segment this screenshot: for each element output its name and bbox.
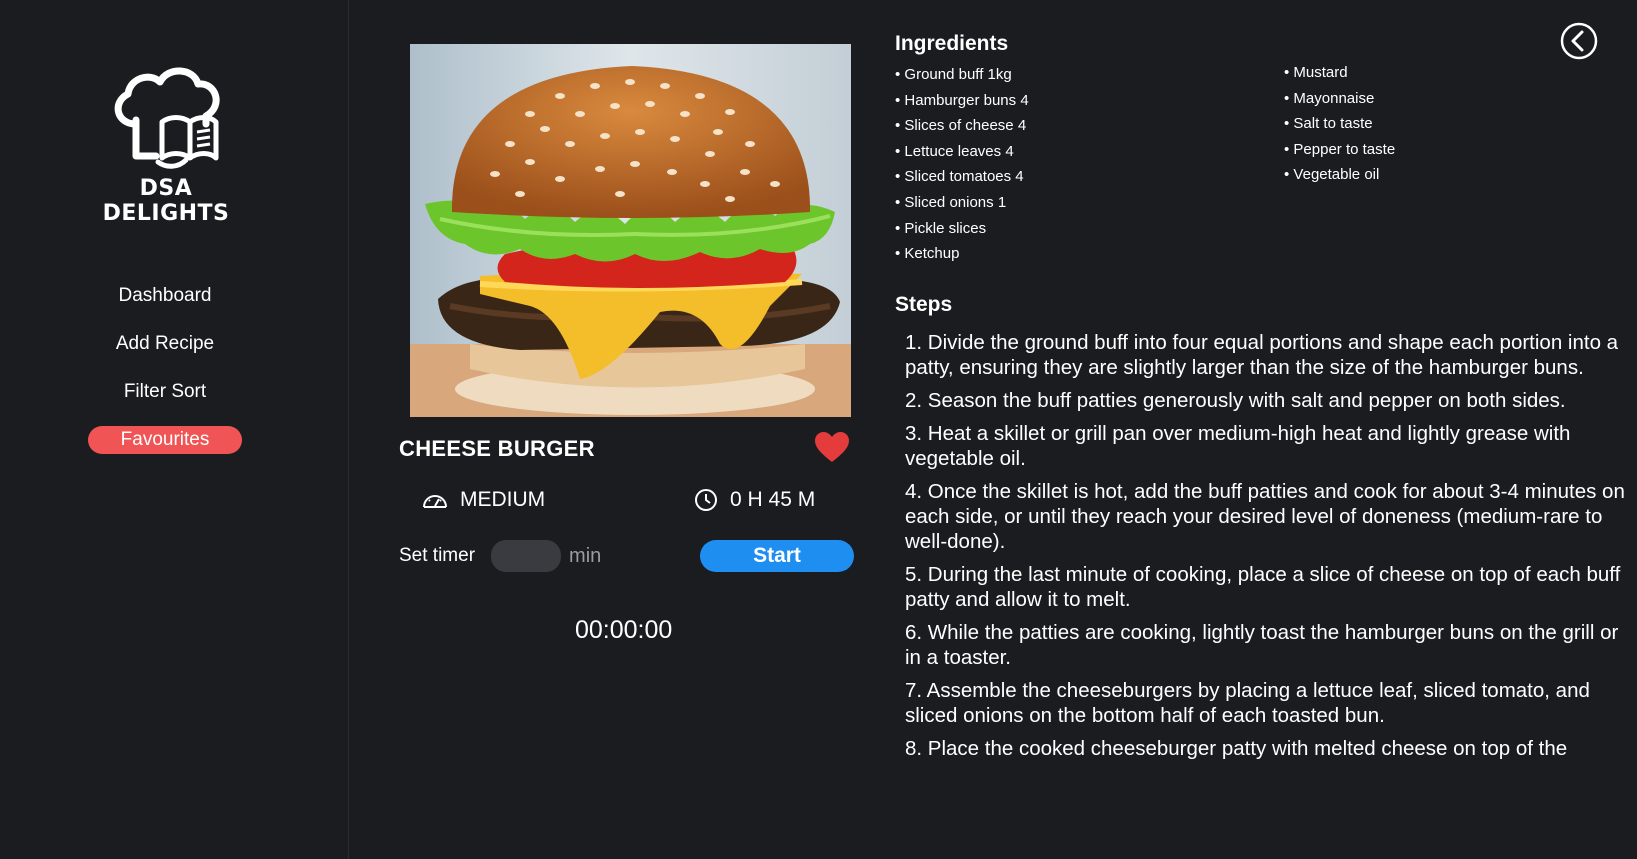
clock-icon xyxy=(695,489,717,511)
step-item: 6. While the patties are cooking, lightl… xyxy=(905,621,1619,669)
timer-minutes-input[interactable] xyxy=(491,540,562,572)
cook-time-label: 0 H 45 M xyxy=(730,488,816,511)
ingredient-item: Lettuce leaves 4 xyxy=(895,139,1029,165)
ingredient-item: Hamburger buns 4 xyxy=(895,88,1028,114)
timer-countdown: 00:00:00 xyxy=(575,616,673,644)
favourite-heart-icon[interactable] xyxy=(814,431,850,463)
cheeseburger-image xyxy=(410,44,851,417)
step-item: 1. Divide the ground buff into four equa… xyxy=(905,331,1619,379)
sidebar-item-filter-sort[interactable]: Filter Sort xyxy=(88,378,242,406)
brand-logo: DSA DELIGHTS xyxy=(80,64,252,226)
sidebar: DSA DELIGHTS Dashboard Add Recipe Filter… xyxy=(0,0,349,859)
timer-row: Set timer min xyxy=(399,540,601,572)
timer-unit-label: min xyxy=(569,544,602,567)
brand-name: DSA DELIGHTS xyxy=(102,176,230,226)
ingredient-item: Mustard xyxy=(1284,60,1395,86)
ingredient-item: Vegetable oil xyxy=(1284,162,1395,188)
ingredient-item: Pepper to taste xyxy=(1284,137,1395,163)
set-timer-label: Set timer xyxy=(399,545,476,566)
steps-title: Steps xyxy=(895,293,953,316)
ingredient-item: Ground buff 1kg xyxy=(895,62,1029,88)
gauge-icon xyxy=(423,495,447,508)
steps-list: 1. Divide the ground buff into four equa… xyxy=(905,330,1625,808)
ingredients-column-1: Ground buff 1kg Hamburger buns 4 Slices … xyxy=(895,62,1029,267)
step-item: 3. Heat a skillet or grill pan over medi… xyxy=(905,422,1571,470)
difficulty-label: MEDIUM xyxy=(460,488,546,511)
ingredient-item: Salt to taste xyxy=(1284,111,1395,137)
chef-hat-book-icon xyxy=(114,67,220,169)
back-arrow-icon[interactable] xyxy=(1560,22,1598,60)
sidebar-item-dashboard[interactable]: Dashboard xyxy=(88,282,242,310)
step-item: 5. During the last minute of cooking, pl… xyxy=(905,563,1621,611)
step-item: 7. Assemble the cheeseburgers by placing… xyxy=(905,679,1590,727)
ingredients-column-2: Mustard Mayonnaise Salt to taste Pepper … xyxy=(1284,60,1395,188)
recipe-photo xyxy=(410,44,851,417)
step-item: 4. Once the skillet is hot, add the buff… xyxy=(905,480,1625,553)
sidebar-item-favourites[interactable]: Favourites xyxy=(88,426,242,454)
time-meta: 0 H 45 M xyxy=(694,488,815,512)
sidebar-item-add-recipe[interactable]: Add Recipe xyxy=(88,330,242,358)
ingredient-item: Ketchup xyxy=(895,241,1029,267)
start-timer-button[interactable]: Start xyxy=(700,540,854,572)
ingredient-item: Sliced onions 1 xyxy=(895,190,1029,216)
ingredient-item: Sliced tomatoes 4 xyxy=(895,164,1029,190)
recipe-title: CHEESE BURGER xyxy=(399,436,595,461)
ingredient-item: Pickle slices xyxy=(895,216,1029,242)
ingredient-item: Mayonnaise xyxy=(1284,86,1395,112)
ingredients-title: Ingredients xyxy=(895,32,1009,55)
step-item: 2. Season the buff patties generously wi… xyxy=(905,389,1566,412)
ingredient-item: Slices of cheese 4 xyxy=(895,113,1029,139)
difficulty-meta: MEDIUM xyxy=(422,488,545,512)
sidebar-nav: Dashboard Add Recipe Filter Sort Favouri… xyxy=(0,282,330,474)
step-item: 8. Place the cooked cheeseburger patty w… xyxy=(905,737,1568,760)
